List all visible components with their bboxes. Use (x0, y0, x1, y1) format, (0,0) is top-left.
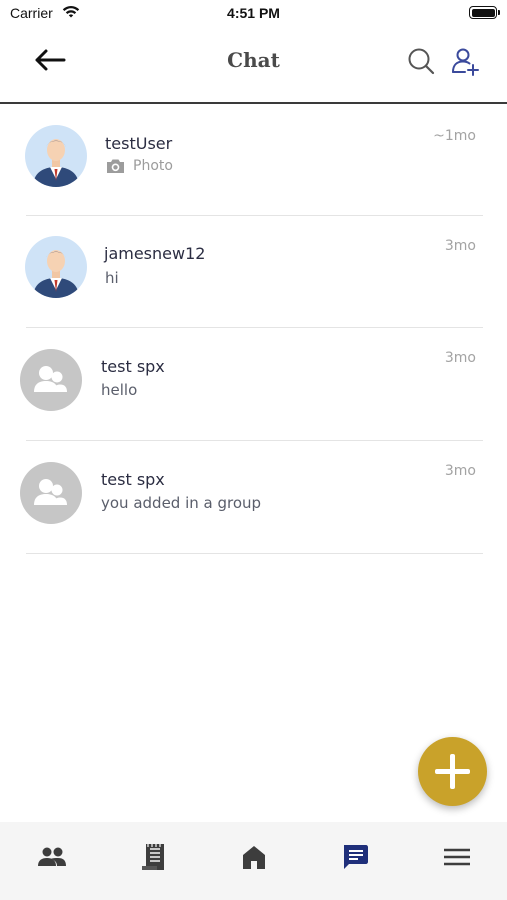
nav-item-notes[interactable] (136, 842, 170, 872)
people-icon (38, 847, 66, 866)
nav-item-home[interactable] (237, 842, 271, 872)
group-icon (34, 479, 67, 505)
divider (26, 553, 483, 554)
menu-icon (444, 848, 470, 866)
chat-preview: hi (105, 269, 119, 287)
nav-item-chat[interactable] (338, 842, 372, 872)
user-avatar-icon (33, 139, 79, 187)
chat-time: ~1mo (433, 128, 476, 144)
user-plus-icon (452, 48, 479, 76)
back-button[interactable] (30, 46, 70, 74)
chat-name: testUser (105, 134, 173, 153)
notes-icon (142, 844, 164, 870)
new-chat-button[interactable] (418, 737, 487, 806)
group-icon (34, 366, 67, 392)
chat-time: 3mo (444, 238, 476, 254)
avatar (25, 125, 87, 187)
avatar (20, 462, 82, 524)
avatar (20, 349, 82, 411)
chat-list: testUser Photo ~1mo jamesnew12 hi 3mo te… (0, 104, 507, 554)
arrow-left-icon (35, 49, 66, 71)
add-user-button[interactable] (449, 45, 481, 77)
search-button[interactable] (406, 46, 436, 76)
status-time: 4:51 PM (227, 5, 280, 21)
home-icon (243, 846, 265, 869)
chat-name: test spx (101, 357, 165, 376)
avatar (25, 236, 87, 298)
nav-item-contacts[interactable] (35, 842, 69, 872)
camera-icon (107, 159, 124, 173)
chat-item[interactable]: jamesnew12 hi 3mo (0, 216, 507, 328)
chat-item[interactable]: testUser Photo ~1mo (0, 104, 507, 216)
nav-item-menu[interactable] (440, 842, 474, 872)
chat-preview: you added in a group (101, 494, 262, 512)
chat-preview: Photo (133, 158, 173, 174)
chat-name: jamesnew12 (104, 244, 206, 263)
photo-preview: Photo (106, 158, 173, 174)
status-bar: Carrier 4:51 PM (0, 0, 507, 28)
search-icon (408, 48, 435, 75)
chat-time: 3mo (444, 350, 476, 366)
chat-preview: hello (101, 381, 138, 399)
chat-icon (344, 845, 368, 869)
user-avatar-icon (33, 250, 79, 298)
chat-name: test spx (101, 470, 165, 489)
chat-item[interactable]: test spx you added in a group 3mo (0, 441, 507, 554)
chat-time: 3mo (444, 463, 476, 479)
bottom-nav (0, 822, 507, 900)
battery-icon (469, 6, 500, 19)
app-header: Chat (0, 28, 507, 104)
chat-item[interactable]: test spx hello 3mo (0, 328, 507, 441)
